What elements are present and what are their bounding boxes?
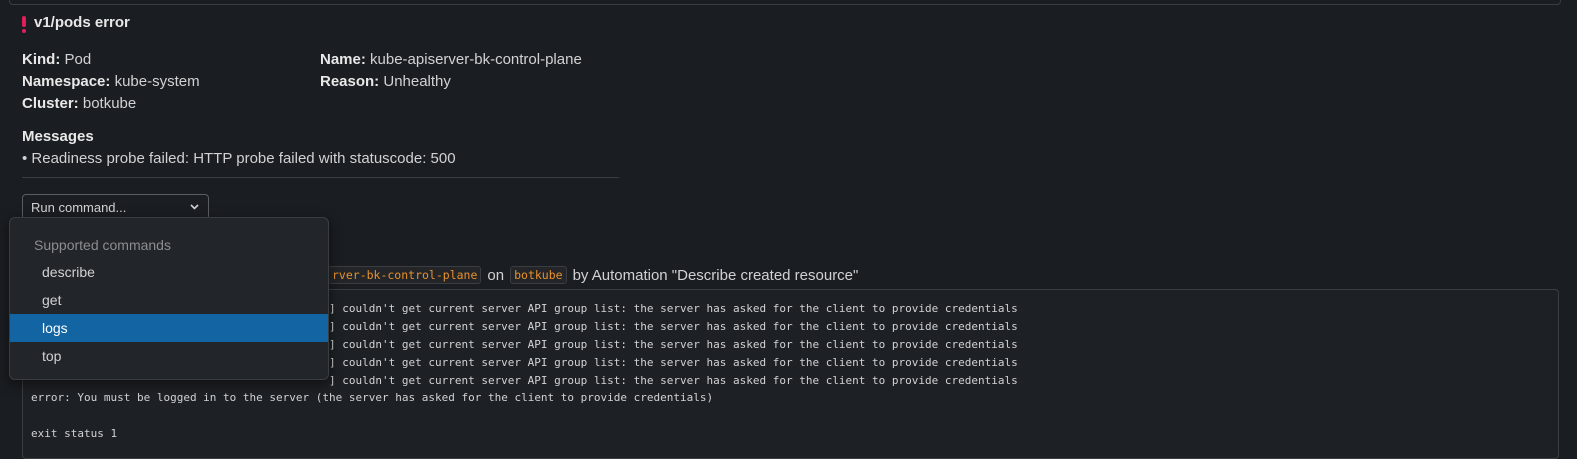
output-exit-line: exit status 1 [31,427,118,440]
message-item: • Readiness probe failed: HTTP probe fai… [22,150,456,167]
output-line: ] couldn't get current server API group … [329,374,1018,387]
output-line: ] couldn't get current server API group … [329,338,1018,351]
resource-tag: rver-bk-control-plane [328,266,482,284]
dropdown-header: Supported commands [34,237,171,253]
field-namespace: Namespace: kube-system [22,73,200,90]
field-reason: Reason: Unhealthy [320,73,451,90]
field-cluster-value: botkube [82,95,137,112]
dropdown-item-get[interactable]: get [10,286,328,314]
output-line: ] couldn't get current server API group … [329,356,1018,369]
messages-title: Messages [22,128,94,145]
field-reason-value: Unhealthy [383,73,451,90]
alert-title: v1/pods error [34,14,130,31]
output-line: ] couldn't get current server API group … [329,320,1018,333]
field-reason-label: Reason: [320,73,380,90]
on-text: on [487,266,505,284]
field-kind-value: Pod [64,51,92,68]
dropdown-item-top[interactable]: top [10,342,328,370]
field-cluster-label: Cluster: [22,95,79,112]
field-name: Name: kube-apiserver-bk-control-plane [320,51,582,68]
previous-message-frame [9,0,1561,5]
run-command-placeholder: Run command... [31,199,127,215]
chevron-down-icon [190,204,199,210]
command-dropdown-menu: Supported commands describe get logs top [9,217,329,380]
dropdown-item-describe[interactable]: describe [10,258,328,286]
output-line: ] couldn't get current server API group … [329,302,1018,315]
output-error-line: error: You must be logged in to the serv… [31,391,714,404]
field-namespace-label: Namespace: [22,73,111,90]
dropdown-item-logs[interactable]: logs [10,314,328,342]
field-name-label: Name: [320,51,366,68]
cluster-tag: botkube [510,266,567,284]
field-name-value: kube-apiserver-bk-control-plane [370,51,582,68]
divider [22,177,619,178]
field-kind: Kind: Pod [22,51,91,68]
command-result-header: rver-bk-control-plane on botkube by Auto… [328,266,858,284]
field-cluster: Cluster: botkube [22,95,136,112]
field-namespace-value: kube-system [114,73,200,90]
automation-text: by Automation "Describe created resource… [572,266,859,284]
alert-header: v1/pods error [22,14,130,33]
field-kind-label: Kind: [22,51,61,68]
exclamation-icon [22,15,26,33]
